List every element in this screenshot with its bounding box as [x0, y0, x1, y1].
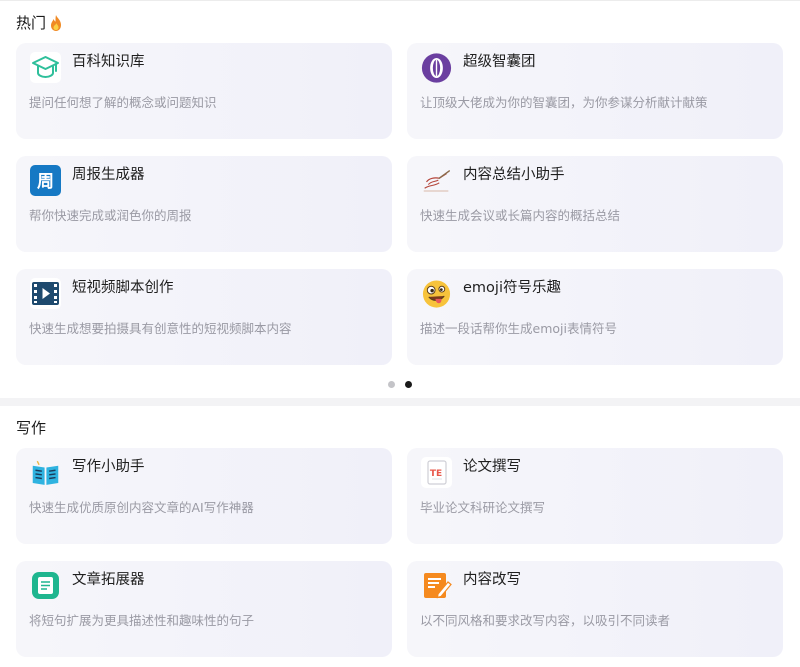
card-article-expander[interactable]: 文章拓展器 将短句扩展为更具描述性和趣味性的句子 [16, 561, 392, 657]
card-title: 百科知识库 [72, 54, 145, 70]
section-divider [0, 398, 800, 406]
graduation-cap-icon [30, 52, 61, 83]
card-desc: 快速生成会议或长篇内容的概括总结 [420, 208, 621, 223]
writing-section: 写作 写作小助手 快速生成优质原创内容文章的AI写作神器 TE 论文撰写 毕业论… [0, 406, 800, 667]
card-title: 文章拓展器 [72, 572, 145, 588]
card-desc: 快速生成想要拍摄具有创意性的短视频脚本内容 [29, 321, 292, 336]
card-title: 写作小助手 [72, 459, 145, 475]
card-desc: 毕业论文科研论文撰写 [420, 500, 546, 515]
card-title: 内容改写 [463, 572, 521, 588]
card-title: 超级智囊团 [463, 54, 536, 70]
card-desc: 提问任何想了解的概念或问题知识 [29, 95, 217, 110]
card-emoji-fun[interactable]: emoji符号乐趣 描述一段话帮你生成emoji表情符号 [407, 269, 783, 365]
card-short-video-script[interactable]: 短视频脚本创作 快速生成想要拍摄具有创意性的短视频脚本内容 [16, 269, 392, 365]
think-tank-icon [421, 52, 452, 83]
svg-text:TE: TE [430, 469, 442, 479]
hot-title-text: 热门 [16, 14, 47, 32]
card-weekly-report[interactable]: 周 周报生成器 帮你快速完成或润色你的周报 [16, 156, 392, 252]
edit-pencil-icon [421, 570, 452, 601]
pagination-dot-1[interactable] [388, 381, 395, 388]
writing-hand-icon [421, 165, 452, 196]
card-title: 周报生成器 [72, 167, 145, 183]
card-encyclopedia[interactable]: 百科知识库 提问任何想了解的概念或问题知识 [16, 43, 392, 139]
article-expand-icon [30, 570, 61, 601]
hot-section-title: 热门 [16, 13, 63, 33]
thesis-document-icon: TE [421, 457, 452, 488]
card-content-rewrite[interactable]: 内容改写 以不同风格和要求改写内容，以吸引不同读者 [407, 561, 783, 657]
card-title: emoji符号乐趣 [463, 280, 561, 296]
hot-section: 热门 百科知识库 提问任何想了解的概念或问题知识 超级智囊团 让顶级大佬成为你的… [0, 0, 800, 398]
carousel-pagination [388, 381, 412, 388]
weekly-report-icon: 周 [30, 165, 61, 196]
card-desc: 快速生成优质原创内容文章的AI写作神器 [29, 500, 254, 515]
card-desc: 将短句扩展为更具描述性和趣味性的句子 [29, 613, 255, 628]
card-desc: 描述一段话帮你生成emoji表情符号 [420, 321, 617, 336]
silly-face-emoji-icon [421, 278, 452, 309]
card-think-tank[interactable]: 超级智囊团 让顶级大佬成为你的智囊团，为你参谋分析献计献策 [407, 43, 783, 139]
writing-title-text: 写作 [16, 419, 47, 437]
card-desc: 让顶级大佬成为你的智囊团，为你参谋分析献计献策 [420, 95, 708, 110]
fire-icon [49, 14, 63, 32]
card-thesis-writing[interactable]: TE 论文撰写 毕业论文科研论文撰写 [407, 448, 783, 544]
card-title: 内容总结小助手 [463, 167, 565, 183]
card-writing-assistant[interactable]: 写作小助手 快速生成优质原创内容文章的AI写作神器 [16, 448, 392, 544]
card-desc: 以不同风格和要求改写内容，以吸引不同读者 [420, 613, 671, 628]
card-content-summary[interactable]: 内容总结小助手 快速生成会议或长篇内容的概括总结 [407, 156, 783, 252]
writing-section-title: 写作 [16, 418, 46, 438]
card-desc: 帮你快速完成或润色你的周报 [29, 208, 192, 223]
card-title: 短视频脚本创作 [72, 280, 174, 296]
card-title: 论文撰写 [463, 459, 521, 475]
film-strip-icon [30, 278, 61, 309]
open-book-icon [30, 457, 61, 488]
pagination-dot-2[interactable] [405, 381, 412, 388]
svg-text:周: 周 [37, 172, 54, 192]
